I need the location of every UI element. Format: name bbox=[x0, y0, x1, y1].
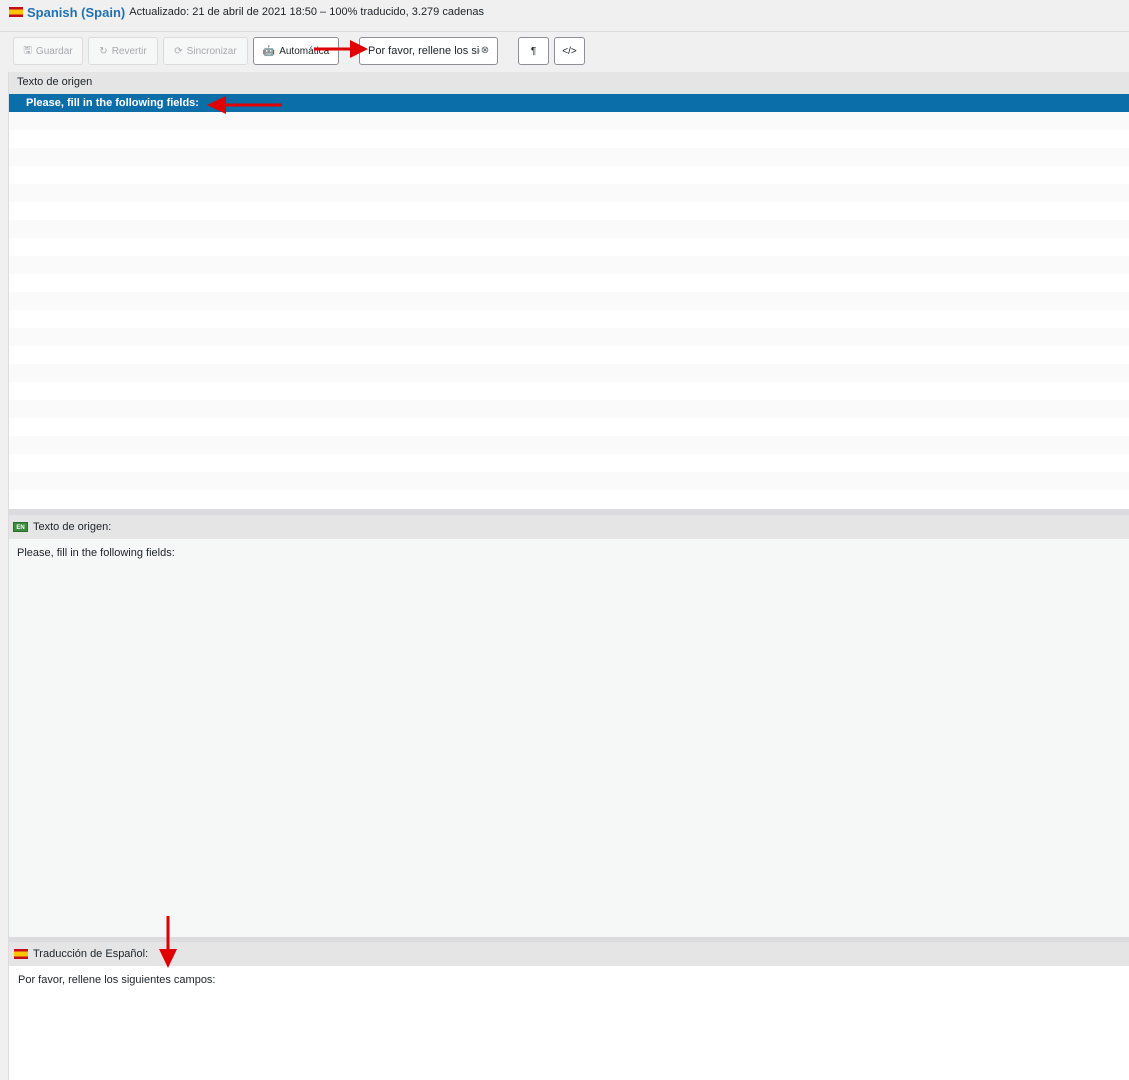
pilcrow-label: ¶ bbox=[530, 45, 537, 57]
save-icon: 🖫 bbox=[23, 44, 32, 56]
revert-icon: ↻ bbox=[99, 45, 108, 57]
auto-translate-button[interactable]: 🤖 Automática bbox=[253, 37, 339, 65]
revert-label: Revertir bbox=[111, 45, 147, 57]
english-flag-icon: EN bbox=[13, 522, 28, 532]
sync-button[interactable]: ⟳ Sincronizar bbox=[163, 37, 248, 65]
code-view-toggle-button[interactable]: </> bbox=[554, 37, 585, 65]
source-text: Please, fill in the following fields: bbox=[9, 539, 1129, 937]
save-label: Guardar bbox=[35, 45, 73, 57]
sync-icon: ⟳ bbox=[174, 45, 183, 57]
source-panel-header: EN Texto de origen: bbox=[9, 515, 1129, 539]
translation-header-label: Traducción de Español: bbox=[33, 948, 149, 960]
invisibles-toggle-button[interactable]: ¶ bbox=[518, 37, 549, 65]
list-column-header: Texto de origen bbox=[9, 72, 1129, 94]
clear-icon[interactable]: ⊗ bbox=[480, 44, 490, 57]
save-button[interactable]: 🖫 Guardar bbox=[13, 37, 83, 65]
search-input[interactable] bbox=[359, 37, 498, 65]
translation-textarea[interactable]: Por favor, rellene los siguientes campos… bbox=[9, 966, 1129, 1080]
code-label: </> bbox=[562, 45, 577, 57]
spain-flag-icon bbox=[14, 949, 28, 959]
language-link[interactable]: Spanish (Spain) bbox=[27, 5, 125, 20]
editor-header: Spanish (Spain) Actualizado: 21 de abril… bbox=[9, 3, 484, 21]
revert-button[interactable]: ↻ Revertir bbox=[88, 37, 158, 65]
sync-label: Sincronizar bbox=[186, 45, 237, 57]
spain-flag-icon bbox=[9, 7, 23, 17]
auto-label: Automática bbox=[279, 45, 330, 57]
list-item-selected[interactable]: Please, fill in the following fields: bbox=[9, 94, 1129, 112]
source-header-label: Texto de origen: bbox=[33, 521, 112, 533]
editor-toolbar: 🖫 Guardar ↻ Revertir ⟳ Sincronizar 🤖 Aut… bbox=[0, 32, 1129, 72]
robot-icon: 🤖 bbox=[262, 45, 276, 57]
translation-meta: Actualizado: 21 de abril de 2021 18:50 –… bbox=[129, 6, 484, 18]
translation-panel-header: Traducción de Español: bbox=[9, 942, 1129, 966]
string-list: Please, fill in the following fields: bbox=[9, 94, 1129, 509]
